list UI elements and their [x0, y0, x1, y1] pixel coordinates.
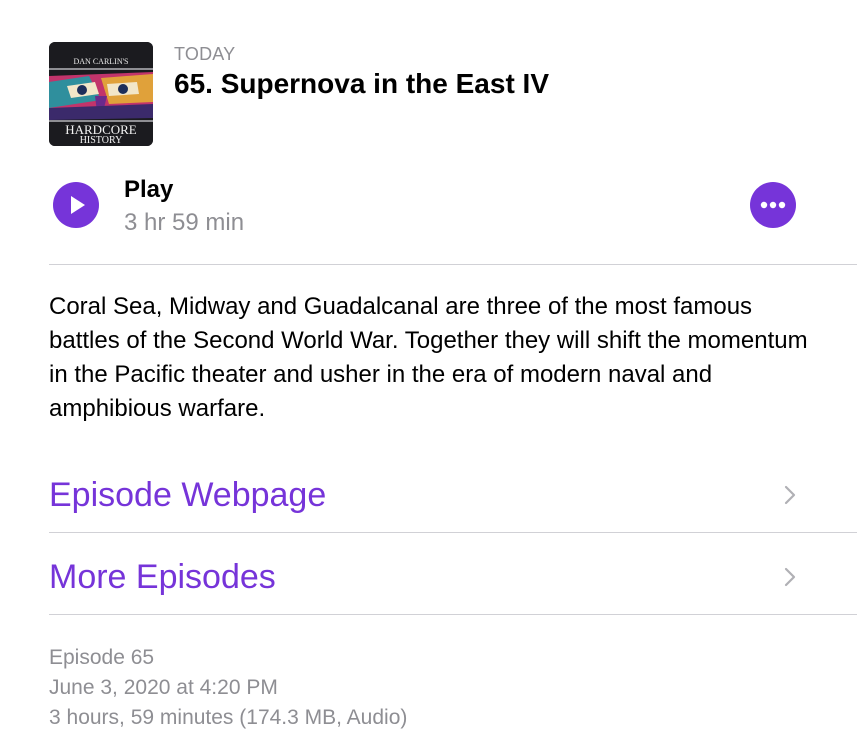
episode-duration: 3 hr 59 min [124, 209, 245, 236]
divider [49, 264, 857, 265]
play-icon [71, 196, 85, 214]
artwork-top-text: DAN CARLIN'S [74, 57, 129, 66]
episode-webpage-link[interactable]: Episode Webpage [49, 464, 857, 524]
ellipsis-icon [760, 201, 786, 209]
more-options-button[interactable] [750, 182, 796, 228]
episode-number: Episode 65 [49, 646, 155, 669]
podcast-artwork: DAN CARLIN'S HARDCORE HISTORY [49, 42, 153, 146]
more-episodes-label[interactable]: More Episodes [49, 558, 276, 597]
chevron-right-icon [784, 567, 796, 587]
episode-details: 3 hours, 59 minutes (174.3 MB, Audio) [49, 706, 408, 729]
divider [49, 614, 857, 615]
episode-date-label: TODAY [174, 44, 236, 64]
play-label[interactable]: Play [124, 176, 173, 204]
artwork-title-line2: HISTORY [80, 135, 123, 146]
chevron-right-icon [784, 485, 796, 505]
play-button[interactable] [53, 182, 99, 228]
artwork-image: DAN CARLIN'S HARDCORE HISTORY [49, 42, 153, 146]
divider [49, 532, 857, 533]
episode-title: 65. Supernova in the East IV [174, 68, 550, 99]
publish-date: June 3, 2020 at 4:20 PM [49, 676, 278, 699]
more-episodes-link[interactable]: More Episodes [49, 546, 857, 606]
episode-description: Coral Sea, Midway and Guadalcanal are th… [49, 293, 808, 422]
episode-webpage-label[interactable]: Episode Webpage [49, 476, 326, 515]
